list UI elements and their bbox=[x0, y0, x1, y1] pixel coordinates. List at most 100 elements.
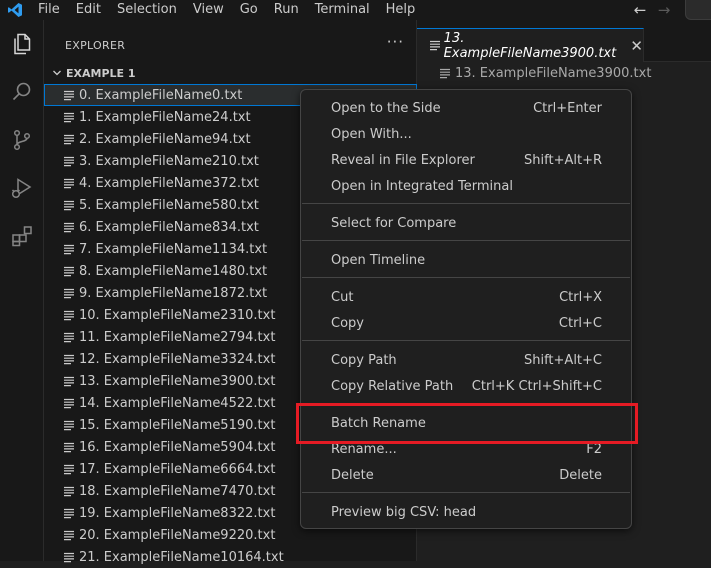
menu-separator bbox=[302, 340, 630, 341]
menu-item[interactable]: View bbox=[185, 0, 232, 20]
menu-separator bbox=[302, 492, 630, 493]
menu-item[interactable]: Edit bbox=[68, 0, 109, 20]
file-lines-icon bbox=[63, 309, 77, 321]
menu-item-label: Delete bbox=[331, 467, 374, 483]
workspace-section-header[interactable]: EXAMPLE 1 bbox=[44, 63, 417, 83]
file-lines-icon bbox=[63, 331, 77, 343]
file-name-label: 11. ExampleFileName2794.txt bbox=[79, 329, 276, 345]
file-name-label: 16. ExampleFileName5904.txt bbox=[79, 439, 276, 455]
file-name-label: 15. ExampleFileName5190.txt bbox=[79, 417, 276, 433]
more-actions-icon[interactable]: ··· bbox=[387, 33, 404, 51]
file-lines-icon bbox=[439, 67, 453, 79]
menu-item-label: Cut bbox=[331, 289, 354, 305]
menu-item-label: Copy Relative Path bbox=[331, 378, 454, 394]
search-icon[interactable] bbox=[8, 78, 36, 106]
tab-active-file[interactable]: 13. ExampleFileName3900.txt ✕ bbox=[417, 28, 644, 62]
menu-item-reveal-in-file-explorer[interactable]: Reveal in File Explorer Shift+Alt+R bbox=[301, 147, 631, 173]
editor-tabs: 13. ExampleFileName3900.txt ✕ bbox=[417, 20, 711, 62]
menu-item[interactable]: Help bbox=[378, 0, 424, 20]
file-name-label: 17. ExampleFileName6664.txt bbox=[79, 461, 276, 477]
menu-item[interactable]: Selection bbox=[109, 0, 185, 20]
close-icon[interactable]: ✕ bbox=[630, 37, 643, 55]
explorer-title: EXPLORER bbox=[65, 38, 126, 52]
vscode-logo-icon bbox=[0, 0, 30, 20]
file-lines-icon bbox=[63, 133, 77, 145]
title-menubar: File Edit Selection View Go Run Terminal Help ←… bbox=[0, 0, 711, 20]
file-name-label: 14. ExampleFileName4522.txt bbox=[79, 395, 276, 411]
menu-item-shortcut: Shift+Alt+C bbox=[523, 352, 602, 368]
menu-item-shortcut: Ctrl+Enter bbox=[533, 100, 602, 116]
file-lines-icon bbox=[63, 419, 77, 431]
file-name-label: 1. ExampleFileName24.txt bbox=[79, 109, 251, 125]
menu-item-label: Copy bbox=[331, 315, 364, 331]
highlight-annotation-box bbox=[296, 403, 638, 444]
file-tree-item[interactable]: 21. ExampleFileName10164.txt bbox=[44, 546, 417, 568]
file-name-label: 21. ExampleFileName10164.txt bbox=[79, 549, 284, 565]
file-lines-icon bbox=[63, 507, 77, 519]
file-lines-icon bbox=[63, 243, 77, 255]
file-lines-icon bbox=[63, 375, 77, 387]
file-lines-icon bbox=[429, 40, 442, 52]
command-center[interactable] bbox=[685, 0, 711, 20]
file-name-label: 2. ExampleFileName94.txt bbox=[79, 131, 251, 147]
menu-item-open-in-integrated-terminal[interactable]: Open in Integrated Terminal bbox=[301, 173, 631, 199]
file-lines-icon bbox=[63, 485, 77, 497]
file-lines-icon bbox=[63, 441, 77, 453]
tab-label: 13. ExampleFileName3900.txt bbox=[443, 30, 617, 61]
file-lines-icon bbox=[63, 177, 77, 189]
menu-separator bbox=[302, 277, 630, 278]
menu-item-cut[interactable]: Cut Ctrl+X bbox=[301, 284, 631, 310]
menu-item-copy-path[interactable]: Copy Path Shift+Alt+C bbox=[301, 347, 631, 373]
menu-item-open-to-side[interactable]: Open to the Side Ctrl+Enter bbox=[301, 95, 631, 121]
breadcrumb-file[interactable]: 13. ExampleFileName3900.txt bbox=[455, 66, 651, 81]
menu-item-label: Open to the Side bbox=[331, 100, 441, 116]
menu-item-label: Open With... bbox=[331, 126, 412, 142]
file-name-label: 9. ExampleFileName1872.txt bbox=[79, 285, 268, 301]
file-name-label: 19. ExampleFileName8322.txt bbox=[79, 505, 276, 521]
menu-item[interactable]: Terminal bbox=[307, 0, 378, 20]
file-lines-icon bbox=[63, 155, 77, 167]
menu-item-shortcut: Delete bbox=[559, 467, 602, 483]
file-lines-icon bbox=[63, 111, 77, 123]
file-lines-icon bbox=[63, 221, 77, 233]
menu-item-open-timeline[interactable]: Open Timeline bbox=[301, 247, 631, 273]
menu-separator bbox=[302, 240, 630, 241]
activity-bar bbox=[0, 20, 44, 561]
menu-item[interactable]: Go bbox=[232, 0, 266, 20]
menu-item[interactable]: File bbox=[30, 0, 68, 20]
menu-item-select-for-compare[interactable]: Select for Compare bbox=[301, 210, 631, 236]
menu-item-copy-relative-path[interactable]: Copy Relative Path Ctrl+K Ctrl+Shift+C bbox=[301, 373, 631, 399]
file-name-label: 6. ExampleFileName834.txt bbox=[79, 219, 259, 235]
menu-item-shortcut: Ctrl+K Ctrl+Shift+C bbox=[471, 378, 602, 394]
menu-item-label: Preview big CSV: head bbox=[331, 504, 477, 520]
breadcrumb: 13. ExampleFileName3900.txt bbox=[417, 62, 711, 84]
menu-item-delete[interactable]: Delete Delete bbox=[301, 462, 631, 488]
explorer-files-icon[interactable] bbox=[8, 30, 36, 58]
menu-item-shortcut: Ctrl+X bbox=[559, 289, 602, 305]
file-lines-icon bbox=[63, 397, 77, 409]
menu-item-shortcut: Ctrl+C bbox=[558, 315, 602, 331]
extensions-icon[interactable] bbox=[8, 222, 36, 250]
file-name-label: 8. ExampleFileName1480.txt bbox=[79, 263, 268, 279]
file-name-label: 3. ExampleFileName210.txt bbox=[79, 153, 259, 169]
menu-item-copy[interactable]: Copy Ctrl+C bbox=[301, 310, 631, 336]
file-name-label: 13. ExampleFileName3900.txt bbox=[79, 373, 276, 389]
file-lines-icon bbox=[63, 287, 77, 299]
menu-item-preview-big-csv-head[interactable]: Preview big CSV: head bbox=[301, 499, 631, 525]
go-back-arrow-icon[interactable]: ← bbox=[628, 1, 652, 19]
menu-item-open-with[interactable]: Open With... bbox=[301, 121, 631, 147]
file-lines-icon bbox=[63, 265, 77, 277]
menu-item[interactable]: Run bbox=[266, 0, 307, 20]
menu-item-label: Open Timeline bbox=[331, 252, 426, 268]
file-lines-icon bbox=[63, 199, 77, 211]
file-name-label: 12. ExampleFileName3324.txt bbox=[79, 351, 276, 367]
file-name-label: 5. ExampleFileName580.txt bbox=[79, 197, 259, 213]
run-and-debug-icon[interactable] bbox=[8, 174, 36, 202]
file-name-label: 18. ExampleFileName7470.txt bbox=[79, 483, 276, 499]
chevron-down-icon bbox=[50, 68, 64, 78]
file-lines-icon bbox=[63, 463, 77, 475]
source-control-icon[interactable] bbox=[8, 126, 36, 154]
menu-item-label: Reveal in File Explorer bbox=[331, 152, 475, 168]
file-name-label: 7. ExampleFileName1134.txt bbox=[79, 241, 268, 257]
go-forward-arrow-icon[interactable]: → bbox=[652, 1, 676, 19]
